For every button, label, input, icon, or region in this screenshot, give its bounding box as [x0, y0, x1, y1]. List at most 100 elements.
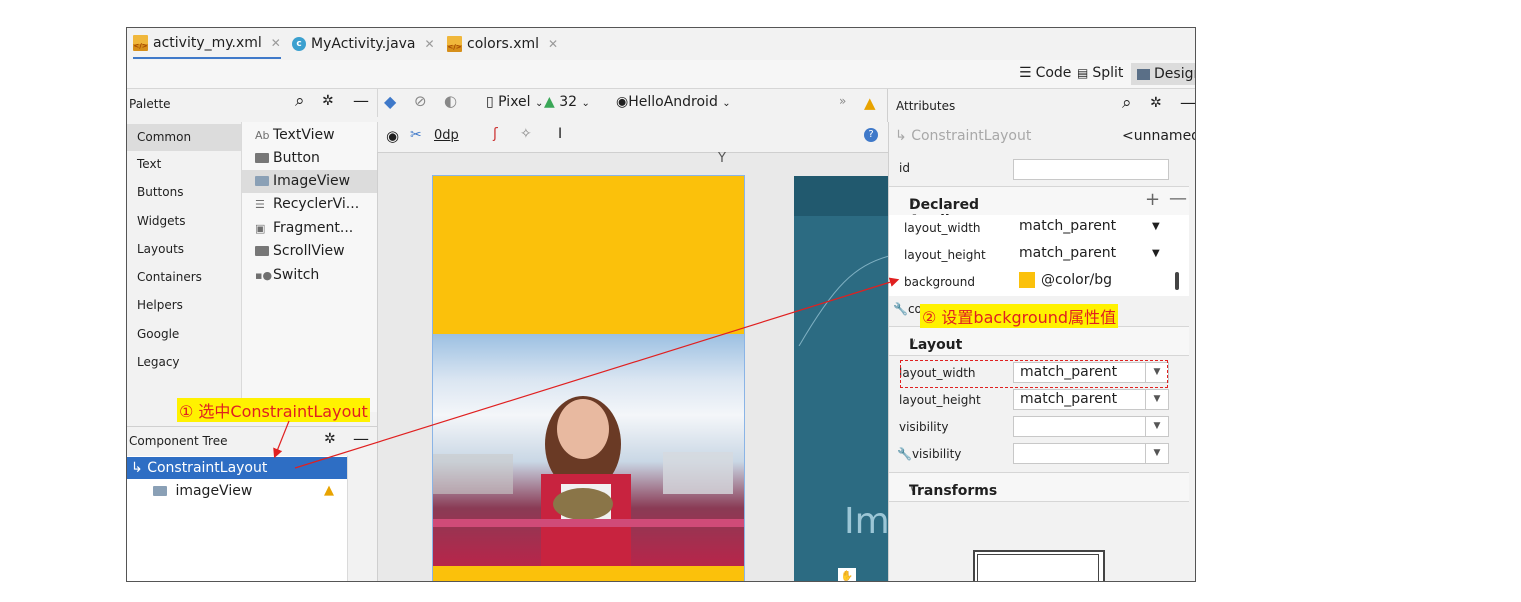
- palette-category[interactable]: Legacy: [127, 349, 241, 376]
- tab-colors-xml[interactable]: </> colors.xml ✕: [447, 28, 558, 59]
- hand-icon[interactable]: ✋: [838, 568, 856, 581]
- switch-icon: ▪●: [255, 269, 273, 282]
- minimize-icon[interactable]: —: [1180, 93, 1195, 112]
- tree-node-label: ConstraintLayout: [147, 460, 268, 476]
- palette-item-recyclerview[interactable]: ☰ RecyclerVi...: [242, 193, 377, 216]
- gear-icon[interactable]: ✲: [1150, 95, 1162, 111]
- tree-node-imageview[interactable]: imageView ▲: [127, 480, 347, 502]
- image-view-preview[interactable]: [433, 334, 744, 566]
- chevron-down-icon[interactable]: ▼: [1152, 221, 1160, 232]
- palette-category[interactable]: Buttons: [127, 179, 241, 206]
- image-icon: [1137, 68, 1150, 80]
- dropdown-value: match_parent: [1020, 391, 1118, 407]
- tab-label: MyActivity.java: [311, 35, 416, 52]
- palette-category[interactable]: Google: [127, 321, 241, 348]
- search-icon[interactable]: ⌕: [295, 91, 305, 111]
- scroll-thumb[interactable]: [1175, 272, 1179, 290]
- attr-name: visibility: [899, 420, 949, 434]
- palette-category[interactable]: Common: [127, 124, 241, 151]
- gear-icon[interactable]: ✲: [322, 93, 334, 109]
- blueprint-text: Im: [844, 501, 890, 542]
- default-margin-input[interactable]: 0dp: [434, 128, 459, 143]
- overflow-icon[interactable]: »: [839, 94, 846, 108]
- section-title: Layout: [909, 337, 963, 353]
- theme-label: HelloAndroid: [628, 94, 718, 110]
- warning-icon[interactable]: ▲: [324, 480, 334, 502]
- tab-label: activity_my.xml: [153, 34, 262, 51]
- device-selector[interactable]: ▯ Pixel ⌄: [486, 94, 543, 110]
- search-icon[interactable]: ⌕: [1122, 93, 1132, 113]
- color-swatch[interactable]: [1019, 272, 1035, 288]
- tools-visibility-dropdown[interactable]: ▼: [1013, 443, 1169, 464]
- id-field[interactable]: [1013, 159, 1169, 180]
- item-label: Fragment...: [273, 220, 354, 236]
- attr-row-layout-width[interactable]: layout_width match_parent ▼: [889, 215, 1189, 242]
- palette-item-switch[interactable]: ▪●Switch: [242, 264, 377, 287]
- gear-icon[interactable]: ✲: [324, 431, 336, 447]
- layout-section[interactable]: ∨ Layout: [889, 326, 1189, 356]
- code-mode-button[interactable]: ☰ Code: [1019, 65, 1071, 81]
- eye-icon[interactable]: ◉: [386, 127, 399, 145]
- remove-icon[interactable]: —: [1169, 188, 1187, 209]
- palette-item-imageview[interactable]: ImageView: [242, 170, 377, 193]
- visibility-dropdown[interactable]: ▼: [1013, 416, 1169, 437]
- pan-handle-icon[interactable]: Y: [718, 151, 726, 166]
- phone-preview[interactable]: [432, 175, 745, 581]
- close-icon[interactable]: ✕: [548, 37, 558, 51]
- attr-row-layout-height[interactable]: layout_height match_parent ▼: [889, 242, 1189, 269]
- clear-constraints-icon[interactable]: ʃ: [493, 126, 498, 142]
- layout-row-visibility[interactable]: visibility ▼: [889, 414, 1189, 441]
- chevron-down-icon: ⌄: [535, 98, 544, 109]
- close-icon[interactable]: ✕: [271, 36, 281, 50]
- layers-icon[interactable]: ◆: [384, 92, 396, 111]
- attr-name: 🔧co: [893, 302, 922, 316]
- palette-category[interactable]: Widgets: [127, 208, 241, 235]
- layout-row-tools-visibility[interactable]: 🔧visibility ▼: [889, 441, 1189, 468]
- chevron-down-icon[interactable]: ▼: [1152, 248, 1160, 259]
- palette-item-scrollview[interactable]: ScrollView: [242, 240, 377, 263]
- palette-item-fragment[interactable]: ▣ Fragment...: [242, 217, 377, 240]
- infer-constraints-icon[interactable]: ✧: [520, 126, 532, 142]
- add-icon[interactable]: +: [1145, 189, 1160, 210]
- palette-category[interactable]: Layouts: [127, 236, 241, 263]
- tab-myactivity-java[interactable]: c MyActivity.java ✕: [292, 28, 435, 59]
- minimize-icon[interactable]: —: [353, 429, 369, 448]
- palette-category[interactable]: Containers: [127, 264, 241, 291]
- declared-attributes-section[interactable]: ∨ Declared Attributes + —: [889, 186, 1189, 229]
- guidelines-icon[interactable]: I: [558, 126, 562, 142]
- theme-selector[interactable]: ◉HelloAndroid ⌄: [616, 94, 731, 110]
- palette-item-textview[interactable]: Ab TextView: [242, 124, 377, 147]
- palette-category[interactable]: Helpers: [127, 292, 241, 319]
- orientation-icon[interactable]: ⊘: [414, 92, 427, 110]
- attr-value[interactable]: match_parent: [1019, 218, 1116, 234]
- item-label: TextView: [273, 127, 335, 143]
- palette-category[interactable]: Text: [127, 151, 241, 178]
- attr-value[interactable]: match_parent: [1019, 245, 1116, 261]
- blueprint-top: [794, 176, 889, 216]
- image-icon: [255, 176, 269, 186]
- night-mode-icon[interactable]: ◐: [444, 92, 457, 110]
- magnet-icon[interactable]: ✂: [410, 127, 422, 143]
- api-selector[interactable]: ▲ 32 ⌄: [544, 94, 590, 110]
- minimize-icon[interactable]: —: [353, 91, 369, 110]
- tree-node-constraintlayout[interactable]: ↳ ConstraintLayout: [127, 457, 347, 479]
- attr-value[interactable]: @color/bg: [1019, 272, 1112, 288]
- split-mode-button[interactable]: ▤ Split: [1077, 65, 1123, 81]
- split-icon: ▤: [1077, 66, 1089, 80]
- palette-item-button[interactable]: Button: [242, 147, 377, 170]
- tab-activity-my-xml[interactable]: </> activity_my.xml ✕: [133, 28, 281, 59]
- layout-row-height[interactable]: layout_height match_parent ▼: [889, 387, 1189, 414]
- layout-height-dropdown[interactable]: match_parent ▼: [1013, 389, 1169, 410]
- item-label: RecyclerVi...: [273, 196, 360, 212]
- help-icon[interactable]: ?: [864, 128, 878, 142]
- design-mode-button[interactable]: Design: [1131, 63, 1195, 85]
- warning-icon[interactable]: ▲: [864, 94, 876, 112]
- lines-icon: ☰: [1019, 65, 1032, 81]
- constraint-layout-background-bottom: [433, 566, 744, 581]
- close-icon[interactable]: ✕: [425, 37, 435, 51]
- chevron-down-icon: ▼: [1145, 390, 1168, 409]
- attr-row-background[interactable]: background @color/bg: [889, 269, 1189, 296]
- blueprint-preview[interactable]: Im ✋: [794, 176, 890, 581]
- device-label: Pixel: [498, 94, 531, 110]
- transforms-section[interactable]: ∨ Transforms: [889, 472, 1189, 502]
